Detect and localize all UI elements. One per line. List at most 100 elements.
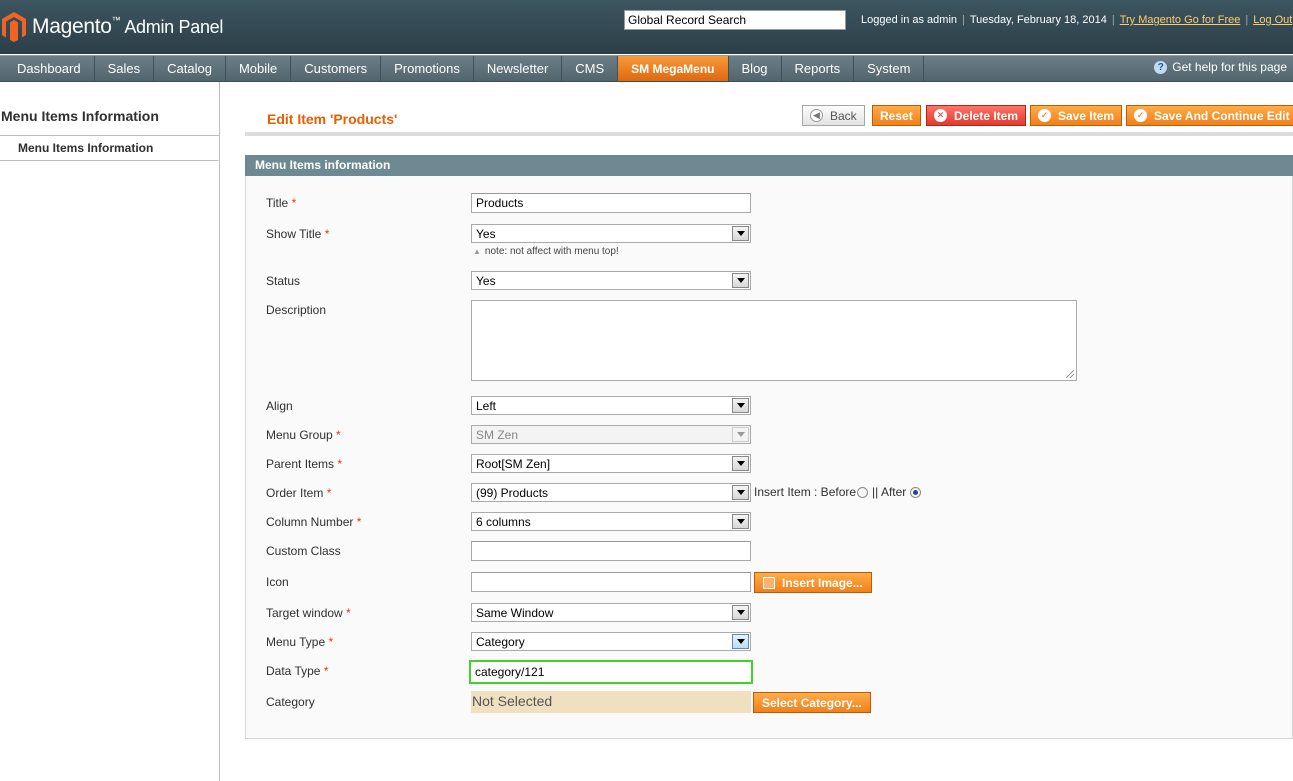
dropdown-arrow-icon [732,273,749,288]
try-magento-go-link[interactable]: Try Magento Go for Free [1120,14,1241,26]
parent-items-label: Parent Items * [266,457,343,471]
logout-link[interactable]: Log Out [1253,14,1292,26]
show-title-select[interactable]: Yes [471,224,751,243]
logged-in-text: Logged in as admin [861,14,958,26]
delete-item-button[interactable]: ✕ Delete Item [926,105,1027,126]
insert-before-label: Insert Item : Before [754,485,857,499]
logo-trademark: ™ [111,15,121,25]
reset-button-label: Reset [880,108,913,123]
dropdown-arrow-icon [732,226,749,241]
dropdown-arrow-icon [732,514,749,529]
help-icon: ? [1154,60,1168,74]
nav-item-reports[interactable]: Reports [782,56,855,81]
insert-position-group: Insert Item : Before || After [754,485,923,499]
save-item-button-label: Save Item [1058,108,1115,123]
menu-group-label: Menu Group * [266,428,341,442]
textarea-resize-handle[interactable] [1066,370,1074,378]
data-type-label: Data Type * [266,664,329,678]
data-type-input[interactable]: category/121 [469,660,753,684]
description-label: Description [266,303,327,317]
order-item-select[interactable]: (99) Products [471,483,751,502]
insert-before-radio[interactable] [857,486,869,498]
nav-item-blog[interactable]: Blog [729,56,782,81]
magento-logo-icon [2,12,26,42]
nav-item-sm-megamenu[interactable]: SM MegaMenu [618,56,729,81]
title-input[interactable]: Products [471,193,751,213]
delete-item-button-label: Delete Item [954,108,1019,123]
nav-item-system[interactable]: System [854,56,925,81]
page-title: Edit Item 'Products' [267,111,398,127]
icon-input[interactable] [471,572,751,592]
insert-image-button[interactable]: Insert Image... [754,572,872,593]
checkmark-icon: ✓ [1038,109,1051,122]
select-category-button-label: Select Category... [762,695,862,710]
global-search-input[interactable] [624,10,846,30]
left-sidebar: Menu Items Information Menu Items Inform… [0,82,220,781]
dropdown-arrow-icon [732,485,749,500]
nav-item-catalog[interactable]: Catalog [154,56,226,81]
nav-item-customers[interactable]: Customers [291,56,382,81]
current-date: Tuesday, February 18, 2014 [969,14,1107,26]
show-title-label: Show Title * [266,227,330,241]
sidebar-title: Menu Items Information [0,106,219,136]
category-label: Category [266,695,315,709]
nav-item-cms[interactable]: CMS [562,56,619,81]
menu-group-select: SM Zen [471,425,751,444]
dropdown-arrow-icon [732,634,749,649]
help-link[interactable]: ? Get help for this page [1154,60,1287,74]
insert-after-radio[interactable] [910,486,922,498]
back-button-label: Back [830,108,857,123]
section-header: Menu Items information [245,155,1293,176]
status-label: Status [266,274,301,288]
nav-item-sales[interactable]: Sales [95,56,155,81]
admin-header: Magento™Admin Panel Logged in as admin|T… [0,0,1293,54]
logo-app-name: Magento [32,15,112,38]
back-arrow-icon: ◀ [810,109,823,122]
column-number-label: Column Number * [266,515,362,529]
main-nav-list: Dashboard Sales Catalog Mobile Customers Prom… [0,56,1293,81]
nav-item-newsletter[interactable]: Newsletter [474,56,563,81]
magento-logo[interactable]: Magento™ Admin Panel [2,10,223,44]
nav-item-dashboard[interactable]: Dashboard [0,56,95,81]
image-icon [763,576,775,589]
delete-icon: ✕ [934,109,947,122]
align-select[interactable]: Left [471,396,751,415]
align-label: Align [266,399,293,413]
help-link-label: Get help for this page [1172,60,1287,74]
order-item-label: Order Item * [266,486,332,500]
save-and-continue-button-label: Save And Continue Edit [1154,108,1290,123]
menu-type-select[interactable]: Category [471,632,751,651]
main-nav: Dashboard Sales Catalog Mobile Customers Prom… [0,55,1293,82]
triangle-up-icon: ▲ [473,247,481,256]
back-button[interactable]: ◀ Back [802,105,865,126]
title-label: Title * [266,196,297,210]
dropdown-arrow-icon [732,605,749,620]
nav-item-promotions[interactable]: Promotions [381,56,474,81]
target-window-label: Target window * [266,606,351,620]
menu-type-label: Menu Type * [266,635,334,649]
insert-after-label: || After [872,485,907,499]
show-title-note: ▲ note: not affect with menu top! [473,246,619,257]
description-textarea[interactable] [471,300,1077,381]
select-category-button[interactable]: Select Category... [753,692,871,713]
menu-item-fieldset [245,176,1293,739]
dropdown-arrow-icon [732,456,749,471]
header-links: Logged in as admin | Tuesday, February 18,… [861,14,1293,26]
column-number-select[interactable]: 6 columns [471,512,751,531]
category-value: Not Selected [471,691,751,713]
logo-subtitle: Admin Panel [124,17,224,37]
status-select[interactable]: Yes [471,271,751,290]
tab-menu-items-information[interactable]: Menu Items Information [0,136,219,161]
reset-button[interactable]: Reset [872,105,921,126]
parent-items-select[interactable]: Root[SM Zen] [471,454,751,473]
custom-class-input[interactable] [471,541,751,561]
save-item-button[interactable]: ✓ Save Item [1030,105,1123,126]
target-window-select[interactable]: Same Window [471,603,751,622]
dropdown-arrow-icon [732,398,749,413]
insert-image-button-label: Insert Image... [782,575,863,590]
nav-item-mobile[interactable]: Mobile [226,56,292,81]
checkmark-icon: ✓ [1134,109,1147,122]
save-and-continue-button[interactable]: ✓ Save And Continue Edit [1126,105,1293,126]
icon-label: Icon [266,575,289,589]
dropdown-arrow-icon [732,427,749,442]
